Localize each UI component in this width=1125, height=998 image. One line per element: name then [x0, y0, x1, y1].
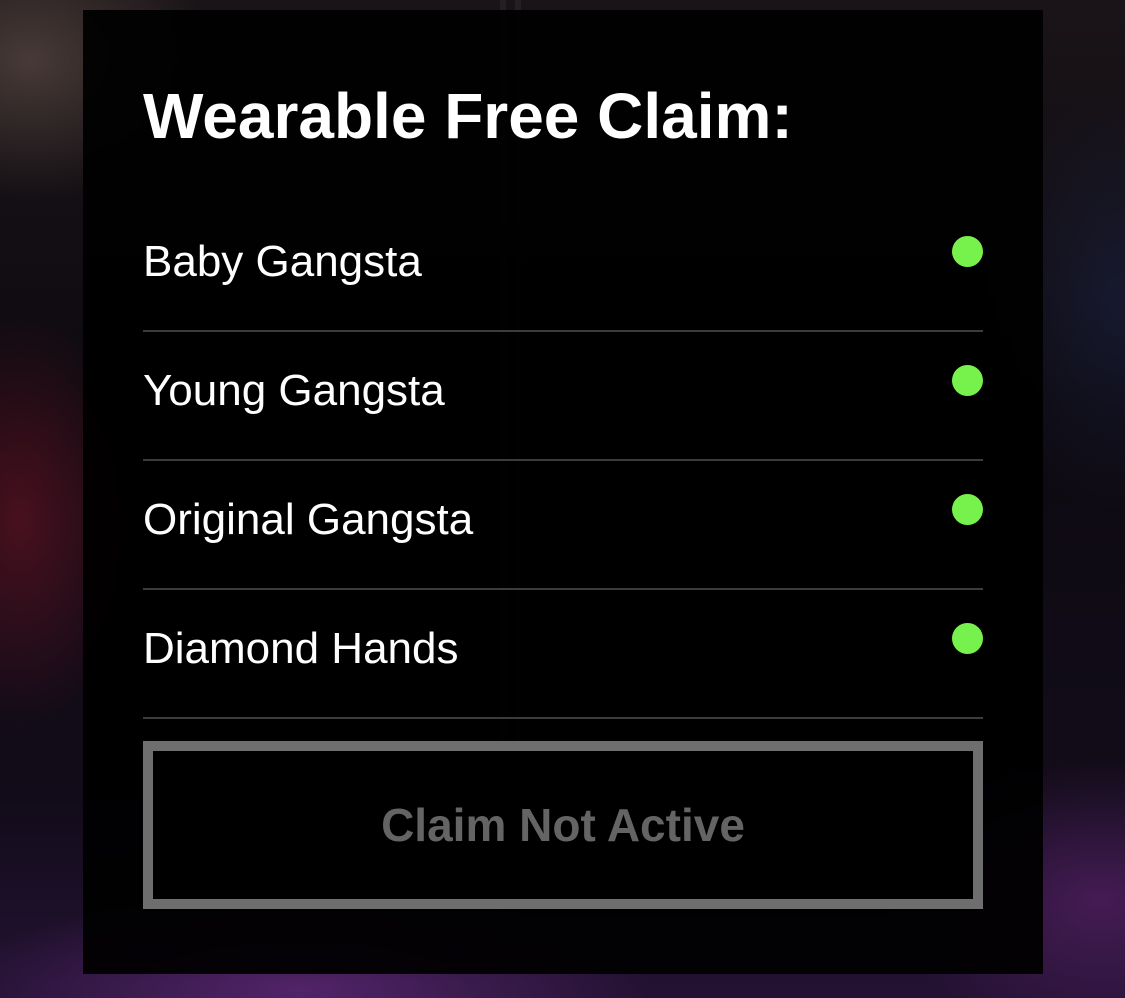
wearable-name: Original Gangsta	[143, 495, 474, 544]
wearable-claim-panel: Wearable Free Claim: Baby Gangsta Young …	[83, 10, 1043, 974]
status-dot-icon	[952, 365, 983, 396]
status-dot-icon	[952, 236, 983, 267]
list-item: Original Gangsta	[143, 461, 983, 590]
wearable-name: Diamond Hands	[143, 624, 459, 673]
claim-button-label: Claim Not Active	[381, 799, 745, 851]
wearable-list: Baby Gangsta Young Gangsta Original Gang…	[143, 203, 983, 719]
wearable-name: Young Gangsta	[143, 366, 445, 415]
status-dot-icon	[952, 494, 983, 525]
list-item: Baby Gangsta	[143, 203, 983, 332]
list-item: Young Gangsta	[143, 332, 983, 461]
wearable-name: Baby Gangsta	[143, 237, 422, 286]
status-dot-icon	[952, 623, 983, 654]
panel-title: Wearable Free Claim:	[143, 80, 793, 152]
list-item: Diamond Hands	[143, 590, 983, 719]
claim-button[interactable]: Claim Not Active	[143, 741, 983, 909]
